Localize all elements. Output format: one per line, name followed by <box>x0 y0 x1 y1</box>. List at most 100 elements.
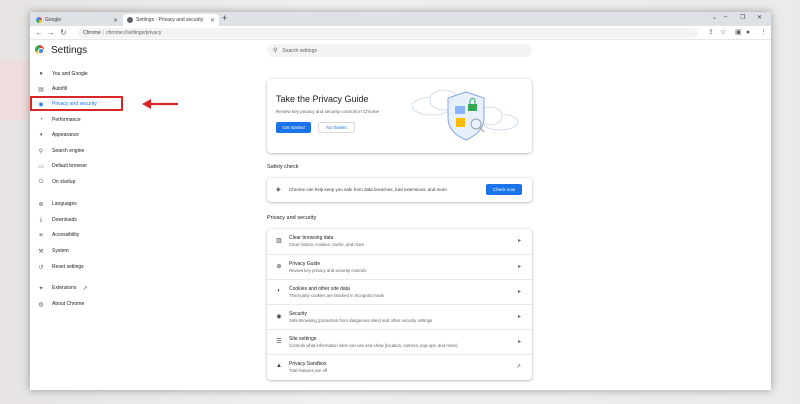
site-chip[interactable]: Chrome <box>83 30 101 36</box>
sidebar-item-reset-settings[interactable]: ↺ Reset settings <box>30 261 122 273</box>
google-icon <box>36 17 42 23</box>
profile-icon[interactable]: ● <box>746 28 750 38</box>
toolbar: ← → ↻ Chrome | chrome://settings/privacy… <box>30 26 771 40</box>
background-strip <box>0 60 30 120</box>
tab-google[interactable]: Google ✕ <box>32 14 122 26</box>
sidebar-item-label: Accessibility <box>52 232 80 238</box>
row-clear-browsing-data[interactable]: ▥ Clear browsing data Clear history, coo… <box>267 229 532 254</box>
security-icon: ◉ <box>276 314 282 320</box>
sidebar-item-on-startup[interactable]: ⏻ On startup <box>30 176 122 188</box>
tab-label: Settings - Privacy and security <box>136 17 204 23</box>
url-text: chrome://settings/privacy <box>106 30 162 36</box>
annotation-arrow-icon <box>142 99 178 109</box>
sidebar-item-languages[interactable]: ⊕ Languages <box>30 198 122 210</box>
row-site-settings[interactable]: ☰ Site settings Controls what informatio… <box>267 329 532 354</box>
download-icon: ⤓ <box>39 216 43 223</box>
chevron-right-icon: ▸ <box>517 238 521 244</box>
sidebar-item-label: Autofill <box>52 86 68 92</box>
row-title: Clear browsing data <box>289 235 334 241</box>
sidebar-item-about-chrome[interactable]: ◍ About Chrome <box>30 298 122 310</box>
sidebar-item-label: Languages <box>52 201 77 207</box>
palette-icon: ◕ <box>39 132 43 138</box>
sidebar-item-downloads[interactable]: ⤓ Downloads <box>30 214 122 226</box>
sidebar-item-label: Performance <box>52 117 81 123</box>
reload-button[interactable]: ↻ <box>60 28 67 38</box>
privacy-guide-card: Take the Privacy Guide Review key privac… <box>267 79 532 153</box>
wrench-icon: ⚒ <box>38 248 44 255</box>
row-subtitle: Third-party cookies are blocked in Incog… <box>289 293 385 298</box>
row-title: Security <box>289 311 308 317</box>
tab-label: Google <box>45 17 62 23</box>
safety-check-text: Chrome can help keep you safe from data … <box>289 187 447 192</box>
external-link-icon: ↗ <box>82 285 88 292</box>
row-subtitle: Review key privacy and security controls <box>289 268 367 273</box>
separator: | <box>102 30 105 36</box>
row-security[interactable]: ◉ Security Safe Browsing (protection fro… <box>267 304 532 329</box>
row-subtitle: Clear history, cookies, cache, and more <box>289 242 365 247</box>
safety-check-card: ◈ Chrome can help keep you safe from dat… <box>267 178 532 202</box>
bookmark-star-icon[interactable]: ☆ <box>720 28 726 38</box>
row-subtitle: Trial features are off <box>289 368 328 373</box>
sidebar-item-you-and-google[interactable]: ● You and Google <box>30 68 122 80</box>
sidebar-item-label: Search engine <box>52 148 85 154</box>
close-tab-icon[interactable]: ✕ <box>113 17 122 24</box>
side-panel-icon[interactable]: ▣ <box>735 28 742 38</box>
row-title: Privacy Sandbox <box>289 361 327 367</box>
close-window-button[interactable]: ✕ <box>757 14 762 21</box>
power-icon: ⏻ <box>38 178 44 185</box>
close-tab-icon[interactable]: ✕ <box>210 17 219 24</box>
autofill-icon: ▤ <box>38 86 44 93</box>
check-now-button[interactable]: Check now <box>486 184 522 195</box>
sidebar-item-performance[interactable]: ◔ Performance <box>30 114 122 126</box>
sidebar-item-appearance[interactable]: ◕ Appearance <box>30 129 122 141</box>
search-input[interactable]: ⚲ Search settings <box>267 44 532 57</box>
privacy-guide-icon: ⊕ <box>276 264 282 270</box>
sidebar-item-autofill[interactable]: ▤ Autofill <box>30 83 122 95</box>
tab-strip: Google ✕ Settings - Privacy and security… <box>30 12 771 26</box>
tab-search-icon[interactable]: ⌄ <box>712 14 717 21</box>
sidebar-item-search-engine[interactable]: ⚲ Search engine <box>30 145 122 157</box>
safety-check-heading: Safety check <box>267 164 299 170</box>
external-link-icon: ↗ <box>515 364 521 370</box>
sidebar-item-system[interactable]: ⚒ System <box>30 245 122 257</box>
menu-icon[interactable]: ⋮ <box>760 28 767 38</box>
row-privacy-sandbox[interactable]: ▲ Privacy Sandbox Trial features are off… <box>267 354 532 379</box>
privacy-guide-description: Review key privacy and security controls… <box>276 109 380 114</box>
chevron-right-icon: ▸ <box>517 339 521 345</box>
no-thanks-button[interactable]: No thanks <box>318 122 355 133</box>
row-privacy-guide[interactable]: ⊕ Privacy Guide Review key privacy and s… <box>267 254 532 279</box>
maximize-button[interactable]: ❐ <box>740 14 745 21</box>
sliders-icon: ☰ <box>276 339 282 345</box>
row-subtitle: Safe Browsing (protection from dangerous… <box>289 318 433 323</box>
row-title: Privacy Guide <box>289 261 321 267</box>
puzzle-icon: ✦ <box>38 285 44 292</box>
sidebar-item-extensions[interactable]: ✦ Extensions ↗ <box>30 282 122 294</box>
get-started-button[interactable]: Get started <box>276 122 311 133</box>
chevron-right-icon: ▸ <box>517 264 521 270</box>
sidebar-item-label: About Chrome <box>52 301 85 307</box>
sidebar-item-default-browser[interactable]: ▭ Default browser <box>30 160 122 172</box>
privacy-security-card: ▥ Clear browsing data Clear history, coo… <box>267 229 532 380</box>
minimize-button[interactable]: – <box>724 14 727 20</box>
forward-button[interactable]: → <box>47 28 55 38</box>
sidebar-item-accessibility[interactable]: ✳ Accessibility <box>30 229 122 241</box>
address-bar[interactable]: Chrome | chrome://settings/privacy <box>78 28 698 38</box>
shield-check-icon: ◈ <box>276 187 281 193</box>
globe-icon: ⊕ <box>38 201 44 208</box>
new-tab-button[interactable]: + <box>222 13 227 23</box>
browser-icon: ▭ <box>38 163 44 170</box>
gear-icon <box>127 17 133 23</box>
tab-settings[interactable]: Settings - Privacy and security ✕ <box>123 14 219 26</box>
annotation-highlight-box <box>30 96 123 111</box>
reset-icon: ↺ <box>38 264 44 271</box>
sidebar-item-label: Reset settings <box>52 264 84 270</box>
share-icon[interactable]: ⇪ <box>708 28 714 38</box>
row-cookies[interactable]: ◐ Cookies and other site data Third-part… <box>267 279 532 304</box>
browser-window: Google ✕ Settings - Privacy and security… <box>30 12 771 390</box>
back-button[interactable]: ← <box>35 28 43 38</box>
accessibility-icon: ✳ <box>38 232 44 239</box>
row-title: Site settings <box>289 336 317 342</box>
sidebar-item-label: Default browser <box>52 163 88 169</box>
sidebar-item-label: You and Google <box>52 71 88 77</box>
search-icon: ⚲ <box>273 48 278 54</box>
